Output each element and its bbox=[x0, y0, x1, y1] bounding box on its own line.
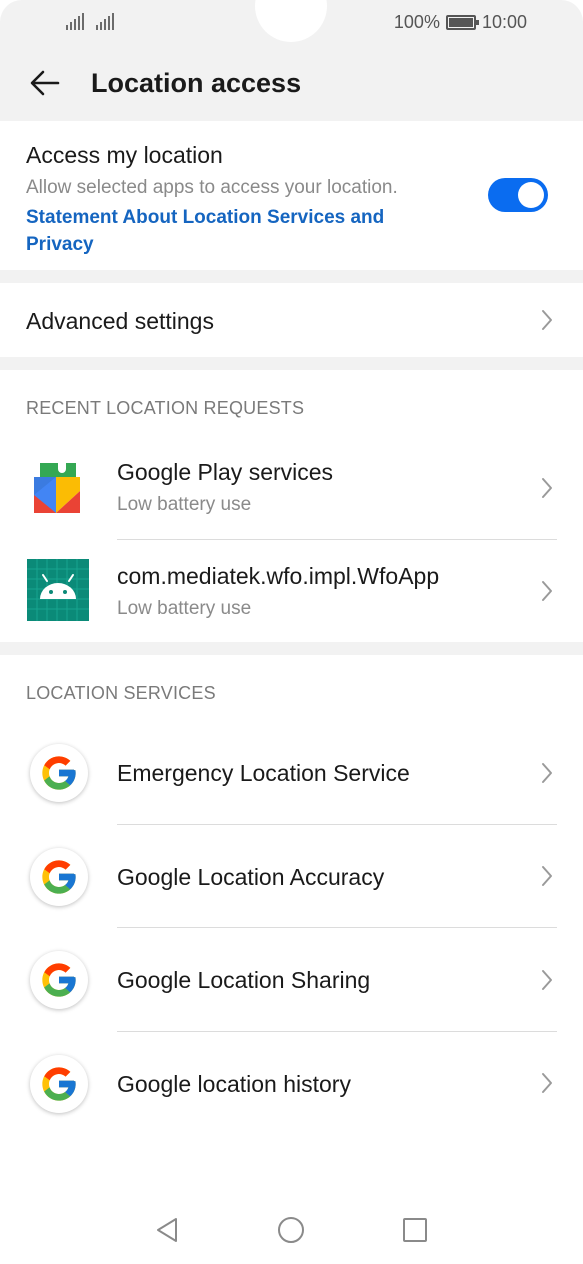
chevron-right-icon[interactable] bbox=[540, 580, 554, 602]
page-title: Location access bbox=[91, 68, 302, 98]
nav-home-icon[interactable] bbox=[277, 1216, 305, 1244]
chevron-right-icon[interactable] bbox=[540, 762, 554, 784]
recent-requests-heading: RECENT LOCATION REQUESTS bbox=[26, 398, 305, 418]
access-location-toggle[interactable] bbox=[488, 178, 548, 212]
access-location-description: Allow selected apps to access your locat… bbox=[26, 177, 398, 198]
chevron-right-icon[interactable] bbox=[540, 1072, 554, 1094]
signal-strength-icon bbox=[96, 12, 114, 30]
section-gap bbox=[0, 270, 583, 283]
service-item-label[interactable]: Google location history bbox=[117, 1071, 351, 1098]
recent-item-sub: Low battery use bbox=[117, 494, 252, 515]
chevron-right-icon[interactable] bbox=[540, 865, 554, 887]
nav-recents-icon[interactable] bbox=[401, 1216, 429, 1244]
chevron-right-icon bbox=[540, 309, 554, 331]
signal-strength-icon bbox=[66, 12, 84, 30]
service-item-label[interactable]: Google Location Sharing bbox=[117, 967, 370, 994]
battery-percent: 100% bbox=[393, 12, 440, 32]
google-g-icon bbox=[30, 744, 88, 802]
divider bbox=[117, 1031, 557, 1032]
navigation-bar bbox=[0, 1196, 583, 1264]
camera-notch bbox=[255, 0, 327, 42]
google-g-icon bbox=[30, 951, 88, 1009]
google-play-services-icon bbox=[26, 455, 88, 517]
chevron-right-icon[interactable] bbox=[540, 477, 554, 499]
toggle-knob bbox=[518, 182, 544, 208]
divider bbox=[117, 927, 557, 928]
advanced-settings-label: Advanced settings bbox=[26, 308, 214, 334]
battery-icon bbox=[445, 15, 479, 30]
status-header-area: 100% 10:00 Location access bbox=[0, 0, 583, 121]
recent-item-label: com.mediatek.wfo.impl.WfoApp bbox=[117, 563, 440, 589]
signal-indicators bbox=[66, 12, 114, 30]
recent-item-label: Google Play services bbox=[117, 459, 334, 485]
nav-back-icon[interactable] bbox=[153, 1216, 181, 1244]
status-right: 100% 10:00 bbox=[394, 12, 527, 33]
section-gap bbox=[0, 642, 583, 655]
divider bbox=[117, 539, 557, 540]
google-g-icon bbox=[30, 848, 88, 906]
section-gap bbox=[0, 357, 583, 370]
google-g-icon bbox=[30, 1055, 88, 1113]
chevron-right-icon[interactable] bbox=[540, 969, 554, 991]
android-app-icon bbox=[27, 559, 89, 621]
recent-item-sub: Low battery use bbox=[117, 598, 252, 619]
access-location-title: Access my location bbox=[26, 142, 223, 168]
privacy-statement-link[interactable]: Statement About Location Services and Pr… bbox=[26, 204, 446, 258]
service-item-label[interactable]: Emergency Location Service bbox=[117, 760, 410, 787]
divider bbox=[117, 824, 557, 825]
back-arrow-icon[interactable] bbox=[28, 66, 62, 100]
clock: 10:00 bbox=[481, 12, 527, 32]
service-item-label[interactable]: Google Location Accuracy bbox=[117, 864, 384, 891]
location-services-heading: LOCATION SERVICES bbox=[26, 683, 216, 703]
